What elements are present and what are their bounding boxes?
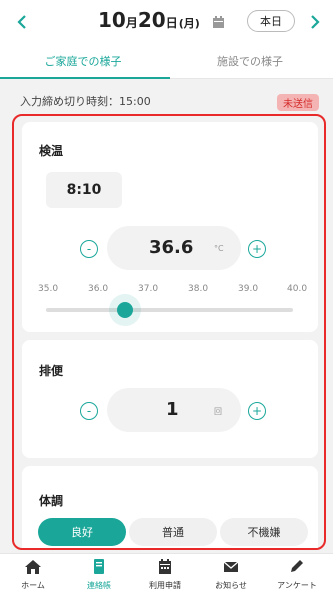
condition-option-grumpy[interactable]: 不機嫌	[220, 518, 308, 546]
scale-label: 37.0	[138, 284, 159, 294]
bowel-decrement-button[interactable]: -	[80, 402, 98, 420]
temperature-title: 検温	[39, 144, 64, 158]
bowel-value: 1	[166, 399, 179, 420]
chevron-right-icon	[311, 15, 320, 29]
scale-label: 36.0	[88, 284, 109, 294]
bowel-title: 排便	[39, 364, 64, 378]
scale-label: 35.0	[38, 284, 59, 294]
deadline-text: 入力締め切り時刻：15:00	[20, 95, 151, 108]
current-date: 10 月 20 日 (月)	[98, 8, 200, 32]
temperature-decrement-button[interactable]: -	[80, 240, 98, 258]
nav-label: 連絡帳	[87, 581, 111, 590]
status-badge: 未送信	[277, 94, 319, 111]
temperature-increment-button[interactable]: +	[248, 240, 266, 258]
nav-survey[interactable]: アンケート	[264, 554, 330, 594]
temperature-value: 36.6	[149, 237, 194, 258]
nav-notices[interactable]: お知らせ	[198, 554, 264, 594]
calendar-icon	[213, 16, 224, 28]
chevron-left-icon	[17, 15, 26, 29]
home-icon	[25, 560, 41, 574]
condition-card: 体調 良好 普通 不機嫌	[22, 466, 318, 548]
scale-label: 39.0	[238, 284, 259, 294]
bowel-unit: 回	[214, 407, 222, 416]
day-suffix: 日	[165, 16, 178, 30]
prev-day-button[interactable]	[10, 10, 34, 34]
temperature-slider-track[interactable]	[46, 308, 293, 312]
scale-label: 38.0	[188, 284, 209, 294]
nav-application[interactable]: 利用申請	[132, 554, 198, 594]
active-tab-indicator	[0, 77, 170, 79]
temperature-card: 検温 8:10 - 36.6 °C + 35.0 36.0 37.0 38.0 …	[22, 122, 318, 332]
bottom-navigation: ホーム 連絡帳 利用申請 お知らせ アンケート	[0, 553, 333, 594]
tab-home-status[interactable]: ご家庭での様子	[0, 44, 166, 78]
bowel-increment-button[interactable]: +	[248, 402, 266, 420]
condition-title: 体調	[39, 494, 64, 508]
condition-option-normal[interactable]: 普通	[129, 518, 217, 546]
month-suffix: 月	[125, 16, 138, 30]
calendar-icon	[159, 559, 171, 574]
nav-label: ホーム	[21, 581, 45, 590]
measure-time-input[interactable]: 8:10	[46, 172, 122, 208]
mail-icon	[223, 561, 239, 572]
nav-label: お知らせ	[215, 581, 247, 590]
temperature-unit: °C	[214, 244, 224, 253]
scale-label: 40.0	[287, 284, 308, 294]
notebook-icon	[94, 559, 104, 574]
today-button[interactable]: 本日	[247, 10, 295, 32]
entry-form-area: 検温 8:10 - 36.6 °C + 35.0 36.0 37.0 38.0 …	[12, 114, 326, 550]
nav-home[interactable]: ホーム	[0, 554, 66, 594]
day-number: 20	[137, 8, 166, 32]
nav-notebook[interactable]: 連絡帳	[66, 554, 132, 594]
date-header: 10 月 20 日 (月) 本日	[0, 0, 333, 44]
tab-bar: ご家庭での様子 施設での様子	[0, 44, 333, 79]
tab-facility-status[interactable]: 施設での様子	[167, 44, 333, 78]
next-day-button[interactable]	[303, 10, 327, 34]
weekday-label: (月)	[178, 17, 200, 30]
deadline-row: 入力締め切り時刻：15:00 未送信	[0, 85, 333, 115]
pencil-icon	[291, 560, 303, 572]
condition-option-good[interactable]: 良好	[38, 518, 126, 546]
month-number: 10	[98, 8, 126, 32]
nav-label: 利用申請	[149, 581, 181, 590]
bowel-card: 排便 - 1 回 +	[22, 340, 318, 458]
calendar-picker-button[interactable]	[212, 14, 225, 33]
nav-label: アンケート	[277, 581, 317, 590]
temperature-slider-thumb[interactable]	[117, 302, 134, 318]
